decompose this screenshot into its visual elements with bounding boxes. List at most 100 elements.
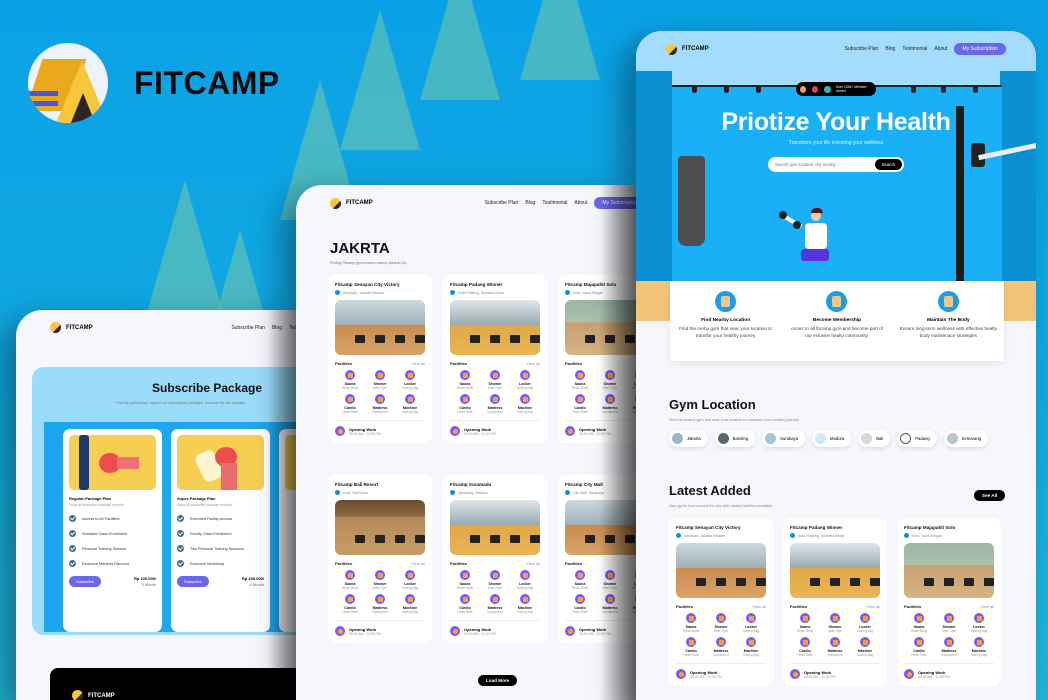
facility-icon (605, 570, 615, 580)
nav-logo[interactable]: FITCAMP (50, 322, 93, 333)
load-more-button[interactable]: Load More (478, 675, 518, 686)
lamp-icon (973, 87, 978, 93)
facility-item: Cardio Heart Rate (790, 637, 820, 657)
opening-hours: Opening Work 05:00 AM - 11:00 PM (790, 663, 880, 679)
plan-feature: Personal Training Session (69, 545, 156, 552)
subscribe-subtitle: Find the perfect plan, explore our subsc… (116, 401, 246, 405)
city-chip-semarang[interactable]: Semarang (943, 430, 988, 447)
view-all-link[interactable]: View all (526, 561, 540, 566)
nav-link-subscribe-plan[interactable]: Subscribe Plan (845, 46, 879, 52)
city-page-screen: FITCAMP Subscribe Plan Blog Testimonial … (296, 185, 640, 700)
city-chip-surabaya[interactable]: Surabaya (762, 430, 806, 447)
clock-icon (790, 669, 800, 679)
my-subscription-button[interactable]: My Subscription (594, 197, 640, 209)
view-all-link[interactable]: View all (411, 361, 425, 366)
gym-photo (565, 300, 640, 355)
gym-card[interactable]: Fitcamp Padang Winner Kota Padang, Sumat… (443, 275, 547, 443)
facility-icon (520, 394, 530, 404)
gym-card[interactable]: Fitcamp Majapahit Solo Solo, Jawa Tengah… (558, 275, 640, 443)
search-button[interactable]: Search (874, 159, 902, 170)
nav-link-subscribe-plan[interactable]: Subscribe Plan (485, 200, 519, 206)
plan-price: Rp 100.000/3 Month (133, 576, 156, 587)
gym-location: Solo, Jawa Tengah (565, 290, 640, 295)
nav-link-testimonial[interactable]: Testimonial (542, 200, 567, 206)
facilities-label: Facilities (335, 361, 353, 366)
city-chip-padang[interactable]: Padang (897, 430, 937, 447)
logo-icon (72, 690, 83, 700)
facility-icon (520, 370, 530, 380)
avatar (811, 84, 820, 94)
nav-logo[interactable]: FITCAMP (330, 197, 373, 209)
view-all-link[interactable]: View all (411, 561, 425, 566)
feature-find-location: Find Nearby Location Find the nerby gym … (676, 291, 776, 361)
view-all-link[interactable]: View all (752, 604, 766, 609)
facility-icon (460, 570, 470, 580)
gym-name: Fitcamp Senayan City Victory (676, 525, 741, 530)
location-pin-icon (676, 533, 681, 538)
facility-item: Cardio Heart Rate (904, 637, 934, 657)
footer-logo[interactable]: FITCAMP (72, 690, 115, 700)
view-all-link[interactable]: View all (980, 604, 994, 609)
nav-link-about[interactable]: About (574, 200, 587, 206)
gym-card[interactable]: Fitcamp Majapahit Solo Solo, Jawa Tengah… (897, 518, 1001, 686)
facility-icon (375, 394, 385, 404)
facility-icon (490, 394, 500, 404)
clock-icon (450, 626, 460, 636)
check-icon (69, 560, 76, 567)
gym-card[interactable]: Fitcamp Padang Winner Kota Padang, Sumat… (783, 518, 887, 686)
facility-item: Sauna Relax Body (335, 570, 365, 590)
city-landmark-icon (765, 433, 777, 444)
subscribe-button[interactable]: Subscribe (177, 576, 209, 587)
city-landmark-icon (861, 433, 873, 444)
clock-icon (565, 626, 575, 636)
gym-card[interactable]: Fitcamp Bali Resort Kuta, Bali Barat Fac… (328, 475, 432, 643)
facility-icon (746, 613, 756, 623)
nav-link-blog[interactable]: Blog (885, 46, 895, 52)
see-all-button[interactable]: See All (974, 490, 1006, 501)
plan-name: Super-Package Plan (177, 496, 216, 501)
opening-hours: Opening Work 05:00 AM - 11:00 PM (450, 420, 540, 436)
plan-feature: Two Personal Training Sessions (177, 545, 264, 552)
facility-item: Shower After Gym (480, 570, 510, 590)
facility-icon (914, 613, 924, 623)
gym-location: Senayan, Jakarta Selatan (676, 533, 766, 538)
city-chip-jakarta[interactable]: Jakarta (669, 430, 708, 447)
gym-location: Senayan, Jakarta Selatan (335, 290, 425, 295)
search-input[interactable] (775, 162, 865, 167)
nav-link-about[interactable]: About (934, 46, 947, 52)
nav-link-testimonial[interactable]: Testimonial (902, 46, 927, 52)
facility-icon (575, 594, 585, 604)
facility-icon (605, 594, 615, 604)
gym-card[interactable]: Fitcamp City Mall City Mall, Surabaya Fa… (558, 475, 640, 643)
facility-icon (860, 613, 870, 623)
decor-spike (340, 10, 420, 150)
gym-card[interactable]: Fitcamp Senayan City Victory Senayan, Ja… (328, 275, 432, 443)
subscribe-button[interactable]: Subscribe (69, 576, 101, 587)
nav-link-blog[interactable]: Blog (272, 325, 282, 331)
facility-item: Locker Saving Bag (736, 613, 766, 633)
facility-item: Shower After Gym (480, 370, 510, 390)
nav-link-blog[interactable]: Blog (525, 200, 535, 206)
city-chip-banding[interactable]: Banding (714, 430, 756, 447)
lamp-icon (911, 87, 916, 93)
gym-search-bar: Search (768, 157, 904, 172)
punching-bag-illustration (678, 156, 705, 246)
facility-item: Cardio Heart Rate (335, 394, 365, 414)
my-subscription-button[interactable]: My Subscription (954, 43, 1006, 55)
nav-logo[interactable]: FITCAMP (666, 43, 709, 55)
facility-item: Shower After Gym (595, 570, 625, 590)
facility-icon (944, 613, 954, 623)
view-all-link[interactable]: View all (526, 361, 540, 366)
opening-hours: Opening Work 05:00 AM - 11:00 PM (335, 620, 425, 636)
view-all-link[interactable]: View all (866, 604, 880, 609)
facility-item: Locker Saving Bag (395, 370, 425, 390)
facility-item: Cardio Heart Rate (450, 594, 480, 614)
nav-link-subscribe-plan[interactable]: Subscribe Plan (231, 325, 265, 331)
latest-added-subtitle: New gyms from around the city with varie… (669, 504, 772, 508)
map-pin-icon (715, 291, 737, 312)
facility-item: Mattress Equipment (480, 594, 510, 614)
gym-card[interactable]: Fitcamp Senayan City Victory Senayan, Ja… (669, 518, 773, 686)
city-chip-madura[interactable]: Madura (812, 430, 852, 447)
city-chip-bali[interactable]: Bali (858, 430, 891, 447)
gym-card[interactable]: Fitcamp Suramadu Sampang, Madura Facilit… (443, 475, 547, 643)
